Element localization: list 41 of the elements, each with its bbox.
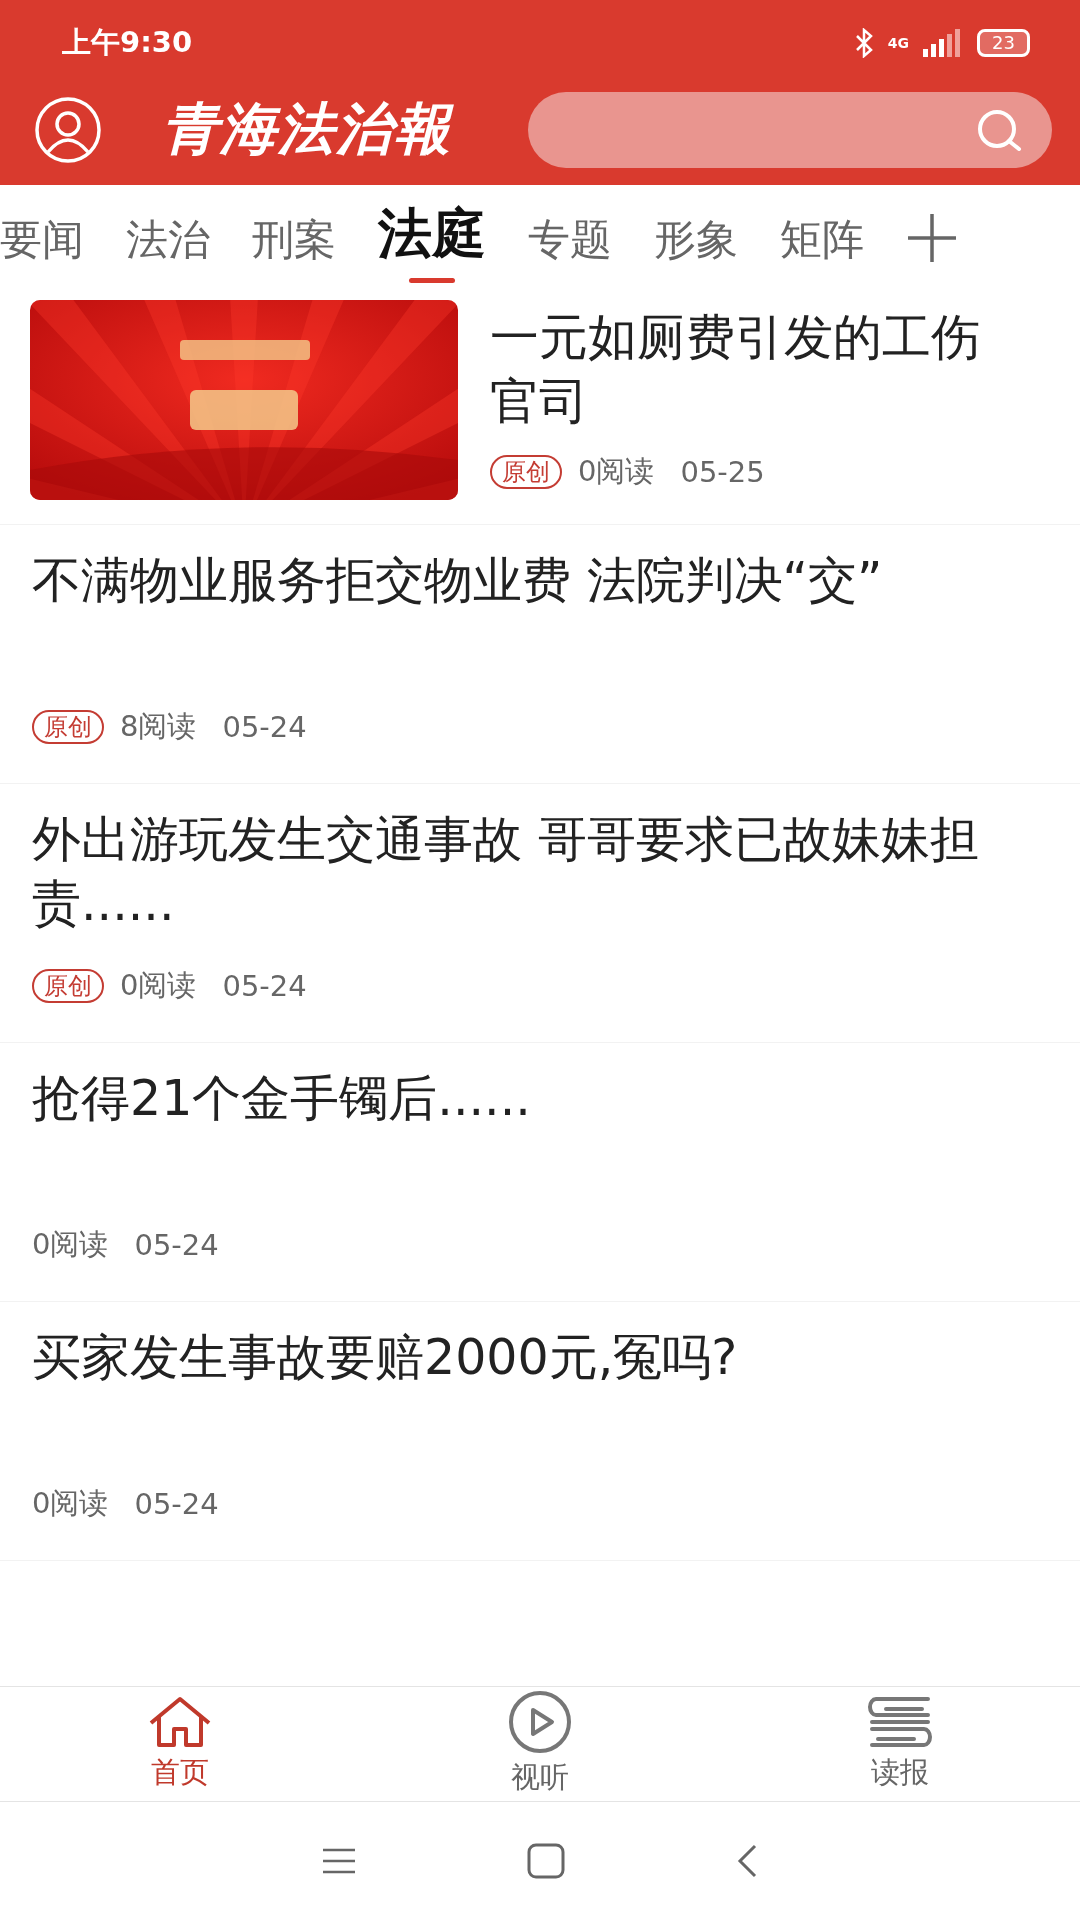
publish-date: 05-24 [222,710,307,744]
publish-date: 05-24 [222,969,307,1003]
read-count: 0阅读 [32,1485,109,1522]
category-tab[interactable]: 形象 [654,197,738,278]
network-type: 4G [887,35,910,51]
app-logo: 青海法治報 [162,93,452,163]
category-tab[interactable]: 专题 [528,197,612,278]
read-count: 0阅读 [32,1226,109,1263]
home-button-icon[interactable] [527,1842,565,1879]
battery-level: 23 [977,29,1030,57]
article-title[interactable]: 抢得21个金手镯后...... [32,1067,1048,1195]
category-tab[interactable]: 要闻 [0,197,84,278]
newspaper-icon [866,1695,934,1749]
read-count: 0阅读 [120,967,197,1004]
read-count: 0阅读 [578,453,655,490]
category-tab[interactable]: 矩阵 [780,197,864,278]
play-icon [508,1690,572,1754]
bottom-nav-item[interactable]: 首页 [0,1687,360,1801]
publish-date: 05-25 [680,455,765,489]
category-tab[interactable]: 法庭 [378,192,486,283]
article-title[interactable]: 一元如厕费引发的工伤官司 [490,306,1000,434]
read-count: 8阅读 [120,708,197,745]
original-tag: 原创 [32,710,104,744]
original-tag: 原创 [32,969,104,1003]
original-tag: 原创 [490,455,562,489]
back-icon[interactable] [735,1842,759,1879]
user-icon[interactable] [34,95,102,164]
publish-date: 05-24 [134,1487,219,1521]
article-title[interactable]: 外出游玩发生交通事故 哥哥要求已故妹妹担责...... [32,808,1048,936]
menu-icon[interactable] [321,1846,357,1875]
status-time: 上午9:30 [62,24,193,61]
article-title[interactable]: 买家发生事故要赔2000元,冤吗? [32,1326,1048,1454]
add-icon[interactable] [906,211,958,264]
home-icon [147,1695,213,1749]
bottom-nav-item[interactable]: 视听 [360,1687,720,1801]
category-tab[interactable]: 刑案 [252,197,336,278]
article-title[interactable]: 不满物业服务拒交物业费 法院判决“交” [32,549,1048,677]
bottom-nav-item[interactable]: 读报 [720,1687,1080,1801]
bluetooth-icon [853,28,874,58]
category-tab[interactable]: 法治 [126,197,210,278]
publish-date: 05-24 [134,1228,219,1262]
